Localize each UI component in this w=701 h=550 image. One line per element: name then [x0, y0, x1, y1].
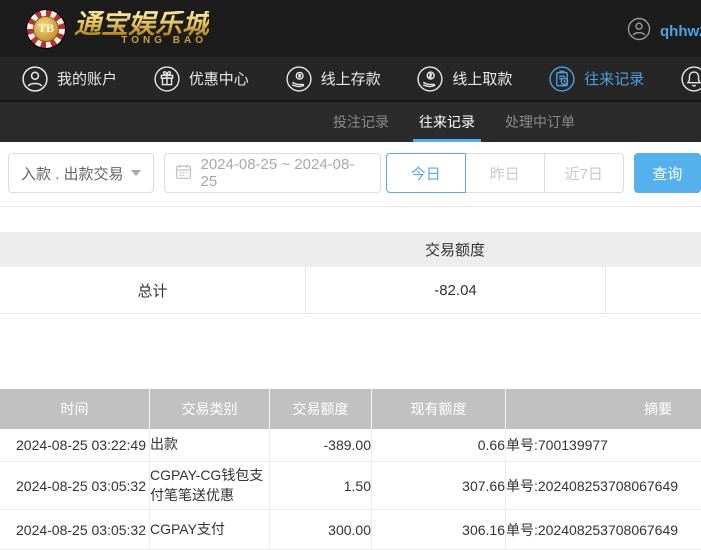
nav-label: 我的账户 [57, 71, 118, 88]
col-header-type: 交易类别 [150, 389, 270, 429]
col-header-balance: 现有额度 [372, 389, 506, 429]
cell-balance: 306.16 [372, 510, 506, 550]
cell-time: 2024-08-25 03:05:32 [0, 510, 150, 550]
nav-item-promotions[interactable]: 优惠中心 [154, 65, 249, 92]
summary-header-amount: 交易额度 [424, 242, 485, 259]
main-nav: 我的账户 优惠中心 线上存款 线上取款 往来记录 [0, 57, 701, 100]
col-header-memo: 摘要 [644, 401, 672, 417]
cell-memo: 单号:700139977 [506, 437, 608, 453]
cell-time: 2024-08-25 03:05:32 [0, 462, 150, 510]
logo-text: 通宝娱乐城 TONG BAO [74, 11, 209, 46]
transaction-type-select[interactable]: 入款 . 出款交易 [8, 153, 155, 193]
cell-amount: 300.00 [270, 510, 372, 550]
chevron-down-icon [131, 170, 142, 176]
top-bar: TB 通宝娱乐城 TONG BAO qhhw2 [0, 0, 701, 57]
table-row: 2024-08-25 03:05:32 CGPAY支付 300.00 306.1… [0, 510, 701, 550]
chip-badge: TB [33, 15, 59, 42]
sub-tab-bar: 投注记录 往来记录 处理中订单 [0, 100, 701, 142]
summary-header-row: 交易额度 [0, 232, 701, 267]
table-header-row: 时间 交易类别 交易额度 现有额度 摘要 [0, 389, 701, 429]
cell-balance: 0.66 [372, 429, 506, 461]
table-row: 2024-08-25 03:05:32 CGPAY-CG钱包支付笔笔送优惠 1.… [0, 462, 701, 511]
summary-empty-cell [605, 267, 701, 313]
table-row: 2024-08-25 03:22:49 出款 -389.00 0.66 单号:7… [0, 429, 701, 462]
select-value: 入款 . 出款交易 [21, 165, 124, 183]
cell-amount: 1.50 [270, 462, 372, 510]
casino-chip-icon: TB [26, 8, 66, 49]
calendar-icon [175, 163, 192, 184]
nav-label: 线上存款 [320, 71, 381, 88]
bell-icon [681, 65, 701, 92]
nav-label: 线上取款 [452, 71, 513, 88]
nav-item-my-account[interactable]: 我的账户 [22, 65, 118, 92]
filter-bar: 入款 . 出款交易 2024-08-25 ~ 2024-08-25 今日 昨日 … [0, 142, 701, 207]
tab-betting-records[interactable]: 投注记录 [333, 102, 389, 142]
col-header-time: 时间 [0, 389, 150, 429]
cell-type: CGPAY-CG钱包支付笔笔送优惠 [150, 462, 270, 510]
tab-transaction-records[interactable]: 往来记录 [413, 102, 481, 142]
date-range-value: 2024-08-25 ~ 2024-08-25 [200, 156, 355, 190]
account-menu[interactable]: qhhw2 [627, 17, 701, 46]
date-range-input[interactable]: 2024-08-25 ~ 2024-08-25 [164, 153, 381, 193]
yesterday-button[interactable]: 昨日 [464, 153, 545, 193]
username: qhhw2 [660, 23, 701, 40]
cell-time: 2024-08-25 03:22:49 [0, 429, 150, 461]
nav-item-messages[interactable]: 信息 [681, 65, 701, 92]
today-button[interactable]: 今日 [385, 153, 466, 193]
nav-label: 优惠中心 [188, 71, 249, 88]
cell-type: CGPAY支付 [150, 510, 270, 550]
nav-item-deposit[interactable]: 线上存款 [285, 65, 381, 92]
site-logo[interactable]: TB 通宝娱乐城 TONG BAO [26, 8, 209, 49]
search-button[interactable]: 查询 [633, 153, 701, 193]
user-icon [22, 65, 48, 92]
summary-total-label: 总计 [137, 282, 168, 300]
cell-balance: 307.66 [372, 462, 506, 510]
summary-total-value: -82.04 [305, 267, 605, 313]
cell-amount: -389.00 [270, 429, 372, 461]
tab-pending-orders[interactable]: 处理中订单 [505, 102, 575, 142]
records-icon [549, 65, 575, 92]
summary-table: 交易额度 总计 -82.04 [0, 232, 701, 314]
cell-type: 出款 [150, 429, 270, 461]
withdraw-icon [417, 65, 444, 92]
nav-item-transaction-records[interactable]: 往来记录 [549, 65, 645, 92]
nav-item-withdraw[interactable]: 线上取款 [417, 65, 513, 92]
logo-title: 通宝娱乐城 [74, 9, 209, 39]
cell-memo: 单号:202408253708067649 [506, 477, 679, 494]
deposit-icon [285, 65, 312, 92]
transactions-table: 时间 交易类别 交易额度 现有额度 摘要 2024-08-25 03:22:49… [0, 389, 701, 550]
summary-total-row: 总计 -82.04 [0, 267, 701, 314]
cell-memo: 单号:202408253708067649 [506, 521, 679, 538]
nav-label: 往来记录 [584, 71, 645, 88]
gift-icon [154, 65, 180, 92]
col-header-amount: 交易额度 [270, 389, 372, 429]
avatar-icon [627, 17, 651, 46]
quick-date-group: 今日 昨日 近7日 [385, 153, 624, 193]
last7days-button[interactable]: 近7日 [543, 153, 624, 193]
